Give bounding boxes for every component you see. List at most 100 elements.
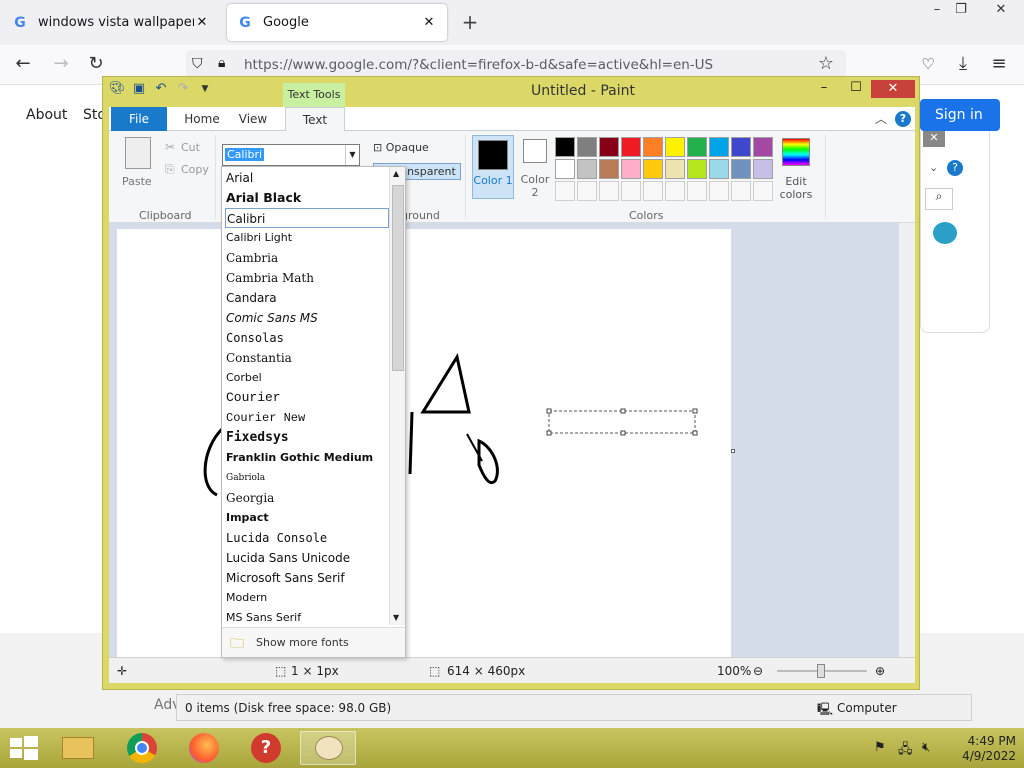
palette-swatch-empty[interactable]	[687, 181, 707, 201]
font-list-item[interactable]: Arial	[225, 168, 389, 188]
font-list-item[interactable]: Cambria Math	[225, 268, 389, 288]
font-list-item[interactable]: Lucida Sans Unicode	[225, 548, 389, 568]
clock[interactable]: 4:49 PM 4/9/2022	[946, 734, 1016, 764]
reload-icon[interactable]: ↻	[85, 54, 107, 76]
paste-icon[interactable]	[125, 137, 151, 169]
font-list-item[interactable]: Microsoft Sans Serif	[225, 568, 389, 588]
paint-maximize-icon[interactable]: ☐	[841, 80, 871, 98]
chevron-down-icon[interactable]: ▼	[345, 145, 359, 165]
palette-swatch-empty[interactable]	[665, 181, 685, 201]
palette-swatch[interactable]	[577, 137, 597, 157]
font-list-item[interactable]: Georgia	[225, 488, 389, 508]
zoom-slider[interactable]	[777, 664, 867, 678]
font-list-item[interactable]: Fixedsys	[225, 428, 389, 448]
paint-app-icon[interactable]: 🎨︎	[109, 81, 126, 97]
color2-swatch[interactable]	[523, 139, 547, 163]
palette-swatch-empty[interactable]	[643, 181, 663, 201]
start-button[interactable]	[10, 736, 38, 760]
palette-swatch[interactable]	[621, 137, 641, 157]
chrome-taskbar-icon[interactable]	[114, 731, 170, 765]
color1-button[interactable]: Color 1	[472, 135, 514, 199]
scroll-up-icon[interactable]: ▲	[393, 169, 399, 178]
show-more-fonts-button[interactable]: 🗀 Show more fonts	[222, 627, 405, 657]
zoom-in-icon[interactable]: ⊕	[875, 664, 885, 678]
font-list-item[interactable]: MS Sans Serif	[225, 608, 389, 628]
palette-swatch-empty[interactable]	[731, 181, 751, 201]
font-list-item[interactable]: Lucida Console	[225, 528, 389, 548]
font-list-item[interactable]: Arial Black	[225, 188, 389, 208]
palette-swatch[interactable]	[577, 159, 597, 179]
customize-toolbar-icon[interactable]: ▼	[197, 81, 213, 97]
palette-swatch[interactable]	[665, 137, 685, 157]
paint-minimize-icon[interactable]: –	[809, 80, 839, 98]
opaque-option[interactable]: ⊡ Opaque	[373, 141, 429, 154]
palette-swatch[interactable]	[555, 137, 575, 157]
palette-swatch-empty[interactable]	[555, 181, 575, 201]
palette-swatch[interactable]	[599, 159, 619, 179]
paint-close-icon[interactable]: ✕	[871, 80, 915, 98]
google-about-link[interactable]: About	[26, 107, 67, 123]
palette-swatch[interactable]	[709, 159, 729, 179]
volume-muted-icon[interactable]: 🔇︎	[922, 740, 930, 755]
tab-home[interactable]: Home	[179, 107, 225, 131]
redo-icon[interactable]: ↷	[175, 81, 191, 97]
copy-button[interactable]: Copy	[181, 163, 209, 176]
pocket-icon[interactable]: ♡	[917, 54, 939, 76]
font-list-item[interactable]: Courier	[225, 388, 389, 408]
font-list-item[interactable]: Courier New	[225, 408, 389, 428]
color2-label[interactable]: Color 2	[519, 173, 551, 199]
menu-icon[interactable]: ≡	[988, 54, 1010, 76]
font-list-item[interactable]: Candara	[225, 288, 389, 308]
save-icon[interactable]: ▣	[131, 81, 147, 97]
font-list-item[interactable]: Modern	[225, 588, 389, 608]
back-icon[interactable]: ←	[12, 54, 34, 76]
panel-close-icon[interactable]: ✕	[923, 131, 945, 147]
canvas-resize-handle[interactable]	[731, 449, 735, 453]
palette-swatch[interactable]	[599, 137, 619, 157]
edit-colors-icon[interactable]	[782, 138, 810, 166]
palette-swatch[interactable]	[665, 159, 685, 179]
new-tab-button[interactable]: +	[458, 10, 482, 34]
close-tab-icon[interactable]: ✕	[194, 15, 210, 30]
font-list-item[interactable]: Consolas	[225, 328, 389, 348]
palette-swatch[interactable]	[555, 159, 575, 179]
font-family-combo[interactable]: Calibri ▼	[222, 144, 360, 166]
panel-search-icon[interactable]: ⌕	[925, 188, 953, 210]
palette-swatch[interactable]	[753, 137, 773, 157]
font-list-item[interactable]: Calibri Light	[225, 228, 389, 248]
restore-icon[interactable]: ❐	[946, 2, 976, 22]
palette-swatch[interactable]	[621, 159, 641, 179]
help-icon[interactable]: ?	[895, 111, 911, 127]
paint-taskbar-icon[interactable]	[300, 731, 356, 765]
bookmark-star-icon[interactable]: ☆	[815, 54, 837, 76]
tab-text[interactable]: Text	[285, 107, 345, 132]
file-explorer-taskbar-icon[interactable]	[50, 731, 106, 765]
font-list-item[interactable]: Calibri	[225, 208, 389, 228]
palette-swatch[interactable]	[753, 159, 773, 179]
tab-file[interactable]: File	[111, 107, 167, 131]
palette-swatch[interactable]	[709, 137, 729, 157]
sign-in-button[interactable]: Sign in	[920, 99, 1000, 131]
zoom-slider-thumb[interactable]	[817, 664, 825, 678]
firefox-taskbar-icon[interactable]	[176, 731, 232, 765]
tab-wallpaper-search[interactable]: G windows vista wallpaper - Goog ✕	[2, 4, 220, 41]
action-center-icon[interactable]: ⚑	[874, 740, 886, 755]
tab-google[interactable]: G Google ✕	[227, 4, 447, 41]
font-list-scroll-thumb[interactable]	[392, 185, 404, 371]
palette-swatch-empty[interactable]	[753, 181, 773, 201]
shield-icon[interactable]: ⛉	[192, 56, 203, 72]
drawing-canvas[interactable]	[117, 229, 731, 657]
paste-label[interactable]: Paste	[122, 175, 152, 188]
font-list-scrollbar[interactable]: ▲ ▼	[389, 167, 405, 625]
font-list-item[interactable]: Cambria	[225, 248, 389, 268]
cut-button[interactable]: Cut	[181, 141, 200, 154]
palette-swatch[interactable]	[643, 137, 663, 157]
zoom-out-icon[interactable]: ⊖	[753, 664, 763, 678]
panel-chevron-icon[interactable]: ⌄	[929, 161, 938, 174]
minimize-ribbon-icon[interactable]: ︿	[875, 110, 887, 127]
palette-swatch[interactable]	[731, 137, 751, 157]
panel-help-icon[interactable]: ?	[947, 160, 963, 176]
palette-swatch[interactable]	[643, 159, 663, 179]
edit-colors-label[interactable]: Edit colors	[771, 175, 821, 201]
close-window-icon[interactable]: ✕	[986, 2, 1016, 22]
